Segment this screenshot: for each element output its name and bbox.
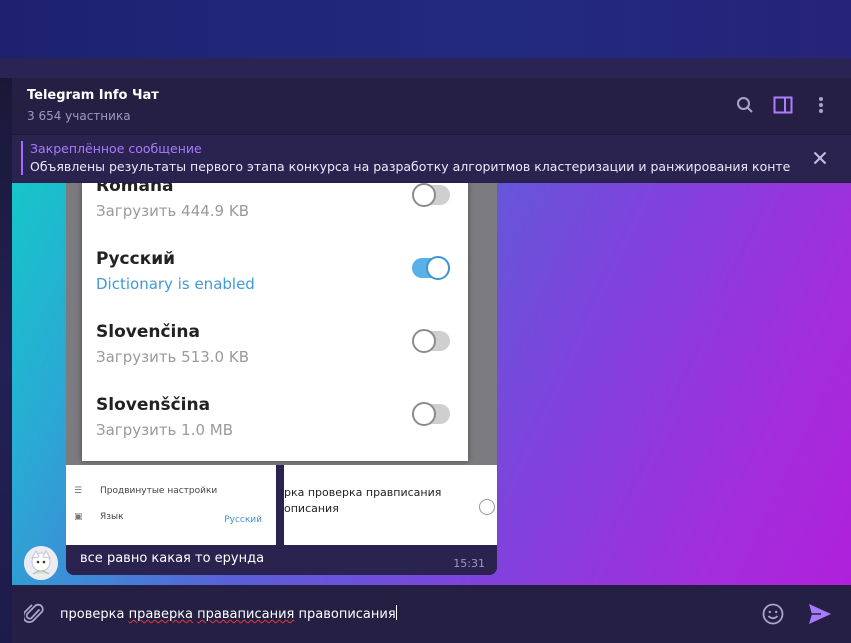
sidebar-toggle-button[interactable] [771,93,795,117]
language-download: Загрузить 444.9 KB [96,202,249,220]
chat-window: Telegram Info Чат 3 654 участника Закреп… [12,78,851,643]
language-icon: ▣ [74,512,83,522]
pinned-close-button[interactable] [810,148,830,168]
input-word-misspelled: праверка [128,607,194,622]
settings-row: ☰ Продвинутые настройки [74,486,217,496]
sliders-icon: ☰ [74,486,83,496]
message-composer: проверка праверка праваписания правописа… [12,585,851,643]
settings-row-label: Продвинутые настройки [100,486,218,496]
language-download: Загрузить 1.0 MB [96,421,234,439]
language-status: Dictionary is enabled [96,275,255,293]
language-toggle [412,183,450,207]
language-name: Romana [96,183,174,196]
close-icon [813,151,827,165]
language-row: Русский Dictionary is enabled [96,249,456,309]
language-row: Romana Загрузить 444.9 KB [96,183,456,236]
message-image-spellcheck[interactable]: рка проверка правписания описания [284,465,497,545]
language-list-card: Romana Загрузить 444.9 KB Русский Dictio… [82,183,468,461]
message-bubble[interactable]: Romana Загрузить 444.9 KB Русский Dictio… [66,183,497,575]
pinned-text: Объявлены результаты первого этапа конку… [30,159,790,174]
language-toggle [412,402,450,426]
settings-row: ▣ Язык [74,512,124,522]
spellcheck-line: рка проверка правписания [284,486,442,499]
send-icon [809,604,831,624]
message-time: 15:31 [453,557,485,570]
chat-list-edge [0,78,12,643]
chat-header: Telegram Info Чат 3 654 участника [12,78,851,134]
input-word-misspelled: праваписания [197,607,295,622]
spellcheck-sample: рка проверка правписания описания [284,485,484,517]
chat-messages-area[interactable]: Romana Загрузить 444.9 KB Русский Dictio… [12,183,851,585]
emoji-icon [762,603,784,625]
avatar[interactable] [24,546,58,580]
send-button[interactable] [806,601,834,627]
member-count: 3 654 участника [27,109,131,123]
message-text: все равно какая то ерунда [80,551,265,566]
more-vertical-icon [819,97,823,113]
input-word: правописания [298,607,396,622]
pinned-title: Закреплённое сообщение [30,141,202,156]
paperclip-icon [24,603,44,623]
language-name: Slovenščina [96,395,211,415]
pinned-accent-bar [21,141,23,175]
desktop-background-top [0,0,851,58]
settings-row-label: Язык [100,512,124,522]
chat-title[interactable]: Telegram Info Чат [27,88,159,103]
language-name: Русский [96,249,176,269]
emoji-button[interactable] [761,602,785,626]
message-input[interactable]: проверка праверка праваписания правописа… [60,605,397,622]
window-title-strip [0,58,851,78]
message-caption: все равно какая то ерунда 15:31 [66,545,497,575]
language-name: Slovenčina [96,322,200,342]
emoji-icon [479,499,495,515]
language-toggle [412,256,450,280]
language-row: Slovenščina Загрузить 1.0 MB [96,395,456,455]
language-toggle [412,329,450,353]
spellcheck-line: описания [284,502,339,515]
text-caret [395,605,397,620]
attach-button[interactable] [22,602,46,626]
search-icon [737,97,753,113]
language-row: Slovenčina Загрузить 513.0 KB [96,322,456,382]
message-image-main[interactable]: Romana Загрузить 444.9 KB Русский Dictio… [66,183,497,465]
search-button[interactable] [733,93,757,117]
input-word: проверка [60,607,125,622]
more-button[interactable] [809,93,833,117]
language-value: Русский [224,515,262,525]
avatar-image [24,546,58,580]
message-image-settings[interactable]: ☰ Продвинутые настройки ▣ Язык Русский [66,465,280,545]
pinned-message-bar[interactable]: Закреплённое сообщение Объявлены результ… [12,134,851,182]
language-download: Загрузить 513.0 KB [96,348,249,366]
sidebar-toggle-icon [773,96,793,114]
